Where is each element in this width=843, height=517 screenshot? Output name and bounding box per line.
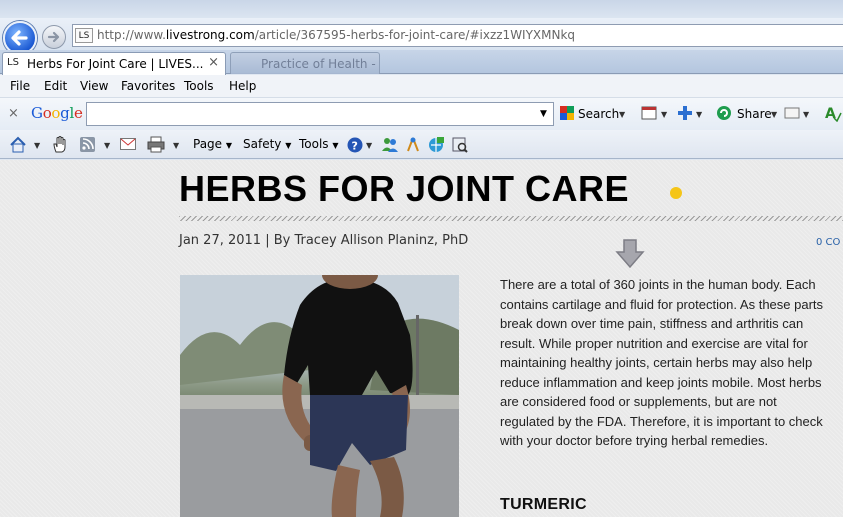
tab-strip: LS Herbs For Joint Care | LIVES... × Pra… [0, 50, 843, 75]
chevron-down-icon[interactable]: ▼ [803, 110, 809, 119]
blog-icon[interactable] [452, 136, 468, 153]
popup-blocker-icon[interactable] [641, 105, 657, 121]
address-bar[interactable]: LS http://www.livestrong.com/article/367… [72, 24, 843, 47]
chevron-down-icon[interactable]: ▼ [173, 141, 179, 150]
menu-view[interactable]: View [80, 79, 108, 93]
share-button[interactable]: Share [737, 107, 772, 121]
tab-title: Practice of Health - 3M pa... [261, 57, 379, 71]
chevron-down-icon[interactable]: ▼ [619, 110, 625, 119]
menu-help[interactable]: Help [229, 79, 256, 93]
forward-button[interactable] [42, 25, 66, 49]
navigation-bar: LS http://www.livestrong.com/article/367… [0, 18, 843, 55]
chevron-down-icon[interactable]: ▼ [104, 141, 110, 150]
hand-pan-icon[interactable] [51, 135, 69, 154]
plus-icon[interactable] [677, 105, 693, 121]
translate-icon[interactable] [428, 136, 445, 153]
article-photo-runner [180, 275, 459, 517]
tab-title: Herbs For Joint Care | LIVES... [27, 57, 204, 71]
chevron-down-icon[interactable]: ▼ [34, 141, 40, 150]
menu-edit[interactable]: Edit [44, 79, 67, 93]
rss-feed-icon[interactable] [80, 137, 95, 152]
menu-file[interactable]: File [10, 79, 30, 93]
tab-herbs-for-joint-care[interactable]: LS Herbs For Joint Care | LIVES... × [2, 52, 226, 75]
page-menu-button[interactable]: Page ▼ [193, 137, 232, 151]
bookmark-icon[interactable] [784, 106, 800, 120]
research-icon[interactable] [405, 136, 421, 153]
google-search-input[interactable] [86, 102, 554, 126]
article-intro: There are a total of 360 joints in the h… [500, 277, 824, 448]
tab-inactive[interactable]: Practice of Health - 3M pa... [230, 52, 380, 74]
close-toolbar-icon[interactable]: × [8, 106, 19, 121]
down-arrow-icon [615, 239, 645, 269]
article-page: HERBS FOR JOINT CARE Jan 27, 2011 | By T… [0, 160, 843, 517]
article-title: HERBS FOR JOINT CARE [179, 168, 630, 209]
svg-text:A: A [825, 106, 836, 122]
tools-menu-button[interactable]: Tools ▼ [299, 137, 339, 151]
window-top-strip [0, 0, 843, 18]
chevron-down-icon[interactable]: ▼ [696, 110, 702, 119]
chevron-down-icon[interactable]: ▼ [661, 110, 667, 119]
chevron-down-icon[interactable]: ▼ [540, 109, 547, 119]
google-search-button[interactable]: Search [578, 107, 619, 121]
comments-link[interactable]: 0 CO [816, 237, 840, 248]
google-logo: Google [31, 104, 83, 122]
menu-bar: File Edit View Favorites Tools Help [0, 75, 843, 97]
chevron-down-icon[interactable]: ▼ [366, 141, 372, 150]
arrow-left-icon [11, 30, 28, 46]
tab-close-icon[interactable]: × [208, 55, 219, 70]
article-byline: Jan 27, 2011 | By Tracey Allison Planinz… [179, 233, 469, 248]
site-favicon-icon: LS [75, 28, 93, 43]
google-search-icon[interactable] [560, 106, 574, 120]
google-toolbar: × Google ▼ Search ▼ ▼ ▼ Share ▼ ▼ A [0, 97, 843, 130]
spellcheck-icon[interactable]: A [824, 104, 842, 122]
help-icon[interactable]: ? [347, 137, 363, 153]
section-heading-turmeric: TURMERIC [500, 496, 587, 513]
safety-menu-button[interactable]: Safety ▼ [243, 137, 291, 151]
mail-icon[interactable] [120, 138, 136, 150]
home-icon[interactable] [9, 136, 27, 153]
command-bar: ▼ ▼ ▼ Page ▼ Safety ▼ Tools ▼ ? ▼ [0, 130, 843, 159]
title-accent-dot [670, 187, 682, 199]
menu-favorites[interactable]: Favorites [121, 79, 175, 93]
runner-illustration [180, 275, 459, 517]
messenger-icon[interactable] [381, 136, 399, 153]
title-divider [179, 216, 843, 221]
arrow-right-icon [47, 31, 60, 43]
tab-favicon-icon: LS [7, 57, 19, 68]
share-icon[interactable] [716, 105, 732, 121]
menu-tools[interactable]: Tools [184, 79, 214, 93]
svg-text:?: ? [352, 140, 358, 153]
address-url[interactable]: http://www.livestrong.com/article/367595… [97, 28, 575, 42]
print-icon[interactable] [147, 136, 165, 153]
chevron-down-icon[interactable]: ▼ [771, 110, 777, 119]
